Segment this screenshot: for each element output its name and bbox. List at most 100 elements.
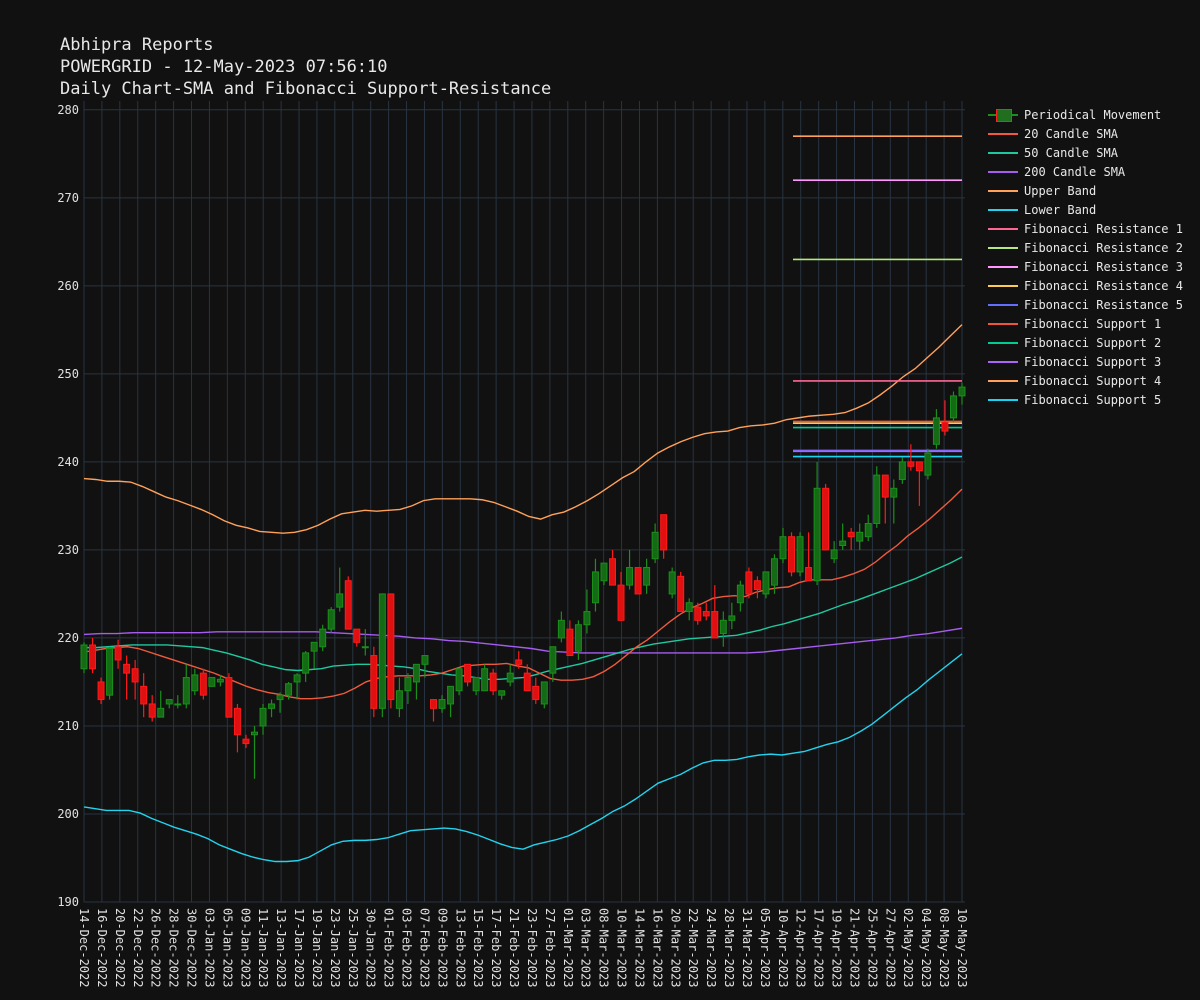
legend-item[interactable]: Fibonacci Resistance 5 <box>988 295 1183 314</box>
legend-swatch <box>988 203 1018 217</box>
legend-item[interactable]: Fibonacci Support 2 <box>988 333 1183 352</box>
candle-body <box>711 611 719 639</box>
x-tick-label: 31-Mar-2023 <box>740 908 754 987</box>
candle-body <box>864 523 872 538</box>
x-tick-label: 03-Mar-2023 <box>579 908 593 987</box>
candle-body <box>702 611 710 617</box>
y-tick-label: 210 <box>57 719 79 733</box>
candle-body <box>788 536 795 573</box>
legend-swatch <box>988 260 1018 274</box>
x-tick-label: 17-Apr-2023 <box>812 908 826 987</box>
candle-body <box>591 571 599 604</box>
legend-label: 20 Candle SMA <box>1024 126 1118 141</box>
legend-swatch <box>988 127 1018 141</box>
legend[interactable]: Periodical Movement 20 Candle SMA 50 Candl… <box>988 105 1183 409</box>
x-tick-label: 08-Mar-2023 <box>597 908 611 987</box>
legend-label: Fibonacci Resistance 1 <box>1024 221 1183 236</box>
x-tick-label: 04-May-2023 <box>919 908 933 987</box>
candle-body <box>753 580 761 591</box>
legend-swatch <box>988 241 1018 255</box>
legend-item[interactable]: Fibonacci Support 4 <box>988 371 1183 390</box>
candle-body <box>566 628 574 657</box>
legend-swatch <box>988 108 1018 122</box>
candle-body <box>685 602 693 613</box>
candle-body <box>822 487 830 551</box>
candle-body <box>907 461 915 467</box>
legend-item[interactable]: Fibonacci Support 5 <box>988 390 1183 409</box>
legend-item[interactable]: Fibonacci Resistance 2 <box>988 238 1183 257</box>
candle-body <box>208 677 216 687</box>
legend-label: Periodical Movement <box>1024 107 1162 122</box>
legend-swatch <box>988 298 1018 312</box>
candle-body <box>498 690 506 696</box>
legend-label: Fibonacci Support 2 <box>1024 335 1162 350</box>
x-tick-label: 28-Dec-2022 <box>167 908 181 987</box>
legend-swatch <box>988 355 1018 369</box>
candle-body <box>387 593 395 701</box>
x-tick-label: 21-Feb-2023 <box>507 908 521 987</box>
x-tick-label: 28-Mar-2023 <box>722 908 736 987</box>
x-tick-label: 16-Mar-2023 <box>650 908 664 987</box>
x-tick-label: 25-Apr-2023 <box>865 908 879 987</box>
candle-body <box>830 549 838 560</box>
legend-item[interactable]: 50 Candle SMA <box>988 143 1183 162</box>
candle-body <box>114 646 122 661</box>
legend-item[interactable]: Fibonacci Support 3 <box>988 352 1183 371</box>
legend-item[interactable]: Fibonacci Resistance 1 <box>988 219 1183 238</box>
candle-body <box>464 663 472 683</box>
x-tick-label: 09-Feb-2023 <box>435 908 449 987</box>
x-tick-label: 17-Jan-2023 <box>292 908 306 987</box>
x-tick-label: 10-Mar-2023 <box>615 908 629 987</box>
x-tick-label: 30-Jan-2023 <box>364 908 378 987</box>
candle-body <box>651 531 659 560</box>
x-tick-label: 07-Feb-2023 <box>417 908 431 987</box>
x-tick-label: 24-Mar-2023 <box>704 908 718 987</box>
legend-item[interactable]: Fibonacci Resistance 4 <box>988 276 1183 295</box>
candle-body <box>157 707 165 718</box>
candle-body <box>310 641 318 652</box>
legend-item[interactable]: Lower Band <box>988 200 1183 219</box>
x-tick-label: 23-Feb-2023 <box>525 908 539 987</box>
candle-body <box>643 567 651 586</box>
candle-body <box>131 668 139 683</box>
candle-body <box>941 421 949 432</box>
candle-body <box>361 646 369 649</box>
candle-body <box>276 694 284 701</box>
candle-body <box>583 611 591 626</box>
legend-item[interactable]: 200 Candle SMA <box>988 162 1183 181</box>
legend-item[interactable]: Periodical Movement <box>988 105 1183 124</box>
x-tick-label: 26-Dec-2022 <box>149 908 163 987</box>
candle-body <box>600 562 608 582</box>
legend-item[interactable]: Fibonacci Resistance 3 <box>988 257 1183 276</box>
legend-label: Upper Band <box>1024 183 1097 198</box>
x-tick-label: 12-Apr-2023 <box>794 908 808 987</box>
legend-label: Fibonacci Support 3 <box>1024 354 1162 369</box>
x-tick-label: 27-Apr-2023 <box>883 908 897 987</box>
legend-item[interactable]: 20 Candle SMA <box>988 124 1183 143</box>
candle-body <box>199 672 207 696</box>
x-tick-label: 13-Feb-2023 <box>453 908 467 987</box>
candle-body <box>293 674 301 683</box>
candle-body <box>472 677 480 692</box>
candle-body <box>191 674 199 692</box>
x-tick-label: 14-Mar-2023 <box>632 908 646 987</box>
candle-body <box>259 707 267 727</box>
legend-item[interactable]: Fibonacci Support 1 <box>988 314 1183 333</box>
legend-label: Fibonacci Support 5 <box>1024 392 1162 407</box>
legend-swatch <box>988 184 1018 198</box>
candle-body <box>302 652 310 674</box>
legend-item[interactable]: Upper Band <box>988 181 1183 200</box>
candle-body <box>540 681 548 705</box>
legend-label: 50 Candle SMA <box>1024 145 1118 160</box>
candle-body <box>932 417 940 445</box>
candle-body <box>898 461 906 480</box>
x-tick-label: 02-May-2023 <box>901 908 915 987</box>
candle-body <box>736 584 744 604</box>
candle-body <box>958 386 966 397</box>
candle-body <box>515 659 523 665</box>
x-tick-label: 08-May-2023 <box>937 908 951 987</box>
x-tick-label: 16-Dec-2022 <box>95 908 109 987</box>
candle-body <box>353 628 361 643</box>
candle-body <box>873 474 881 525</box>
candle-body <box>327 609 335 630</box>
